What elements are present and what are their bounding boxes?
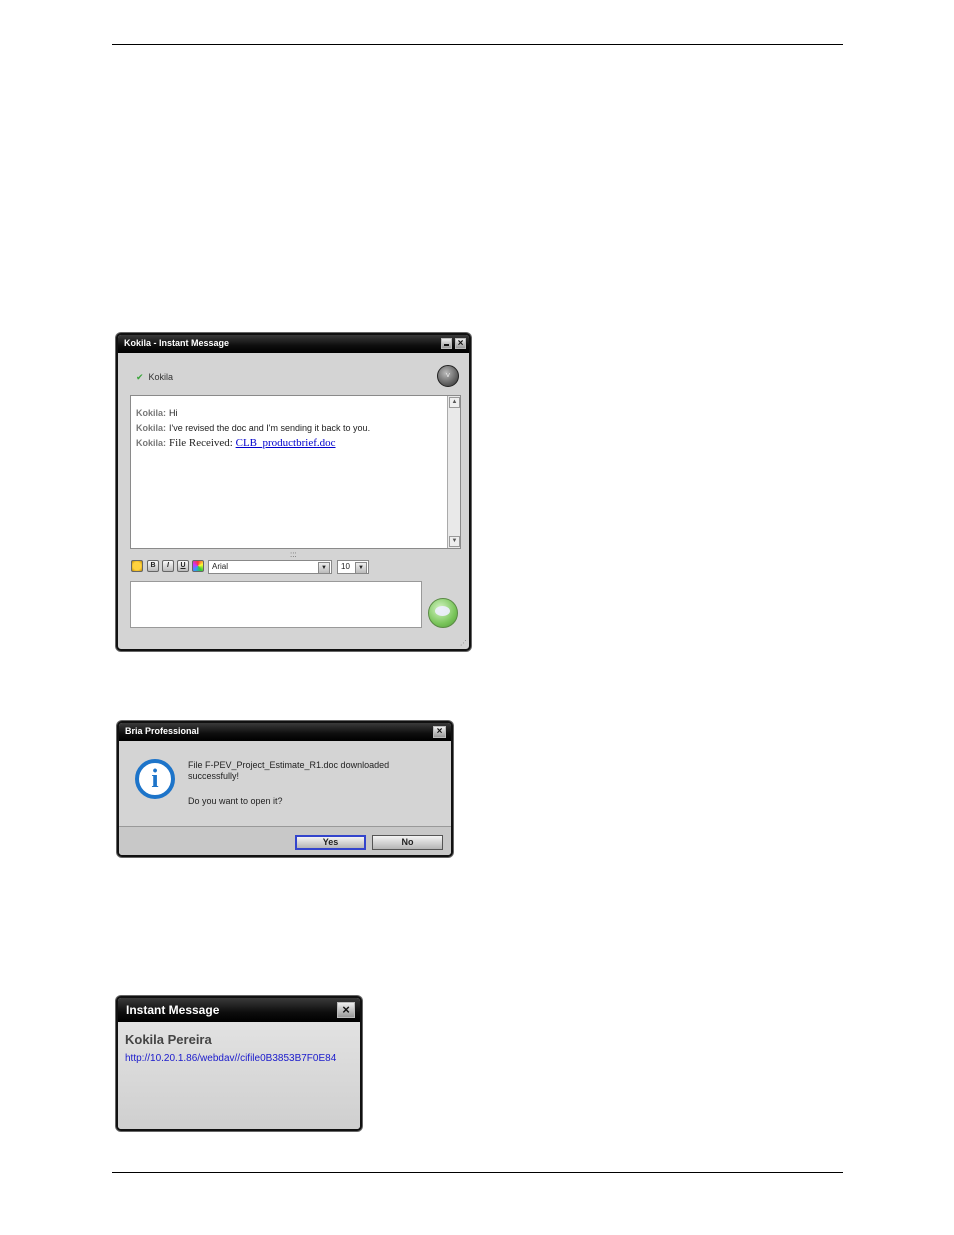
toast-title: Instant Message (126, 1003, 220, 1017)
scroll-down-icon[interactable]: ▼ (449, 536, 460, 547)
footer-rule (112, 1172, 843, 1173)
font-value: Arial (212, 562, 229, 571)
speech-bubble-icon[interactable] (428, 598, 458, 628)
emoticon-icon[interactable] (131, 560, 143, 572)
download-dialog: Bria Professional × i File F-PEV_Project… (117, 721, 453, 857)
close-icon[interactable]: × (455, 338, 466, 349)
check-icon: ✔ (136, 372, 144, 382)
message-sender: Kokila: (136, 423, 167, 433)
sender-name: Kokila Pereira (125, 1032, 212, 1047)
color-palette-icon[interactable] (192, 560, 204, 572)
message-text: Hi (169, 408, 178, 418)
chat-message: Kokila: File Received: CLB_productbrief.d… (136, 437, 336, 449)
dialog-title: Bria Professional (125, 726, 200, 736)
dialog-message-line2: successfully! (188, 771, 240, 781)
scroll-up-icon[interactable]: ▲ (449, 397, 460, 408)
dialog-question: Do you want to open it? (188, 796, 283, 806)
message-text: File Received: (169, 437, 236, 449)
dialog-footer: Yes No (119, 826, 451, 855)
yes-button[interactable]: Yes (295, 835, 366, 850)
chat-history[interactable]: Kokila: Hi Kokila: I've revised the doc an… (130, 395, 461, 549)
header-rule (112, 44, 843, 45)
instant-message-window: Kokila - Instant Message × ✔ Kokila ˅ Kok… (116, 333, 471, 651)
italic-button[interactable]: I (162, 560, 174, 572)
im-notification-toast[interactable]: Instant Message × Kokila Pereira http://… (116, 996, 362, 1131)
message-input[interactable] (130, 581, 422, 628)
info-icon: i (135, 759, 175, 799)
title-bar[interactable]: Bria Professional × (119, 723, 451, 741)
contact-name: Kokila (148, 372, 174, 382)
chevron-down-icon[interactable]: ▼ (355, 562, 367, 574)
size-select[interactable]: 10 ▼ (337, 560, 369, 574)
message-sender: Kokila: (136, 438, 167, 448)
contact-row: ✔ Kokila (136, 372, 173, 383)
file-url-link[interactable]: http://10.20.1.86/webdav//cifile0B3853B7… (125, 1053, 336, 1064)
underline-button[interactable]: U (177, 560, 189, 572)
minimize-icon[interactable] (441, 338, 452, 349)
resize-splitter[interactable]: ::: (290, 550, 297, 559)
close-icon[interactable]: × (433, 726, 446, 738)
close-icon[interactable]: × (337, 1002, 355, 1018)
size-value: 10 (341, 562, 350, 571)
toast-body: Kokila Pereira http://10.20.1.86/webdav/… (118, 1022, 360, 1129)
dialog-message-line1: File F-PEV_Project_Estimate_R1.doc downl… (188, 760, 390, 770)
chat-message: Kokila: I've revised the doc and I'm send… (136, 423, 370, 433)
message-text: I've revised the doc and I'm sending it … (169, 423, 371, 433)
font-select[interactable]: Arial ▼ (208, 560, 332, 574)
message-sender: Kokila: (136, 408, 167, 418)
title-bar: Instant Message × (118, 998, 360, 1022)
bold-button[interactable]: B (147, 560, 159, 572)
chat-message: Kokila: Hi (136, 408, 178, 418)
window-title: Kokila - Instant Message (124, 338, 230, 348)
resize-grip-icon[interactable]: ⋰ (460, 639, 467, 647)
chevron-down-icon[interactable]: ▼ (318, 562, 330, 574)
title-bar[interactable]: Kokila - Instant Message × (118, 335, 469, 353)
file-link[interactable]: CLB_productbrief.doc (236, 437, 336, 449)
no-button[interactable]: No (372, 835, 443, 850)
chat-scrollbar[interactable]: ▲ ▼ (447, 396, 460, 548)
chevron-down-icon[interactable]: ˅ (437, 365, 459, 387)
